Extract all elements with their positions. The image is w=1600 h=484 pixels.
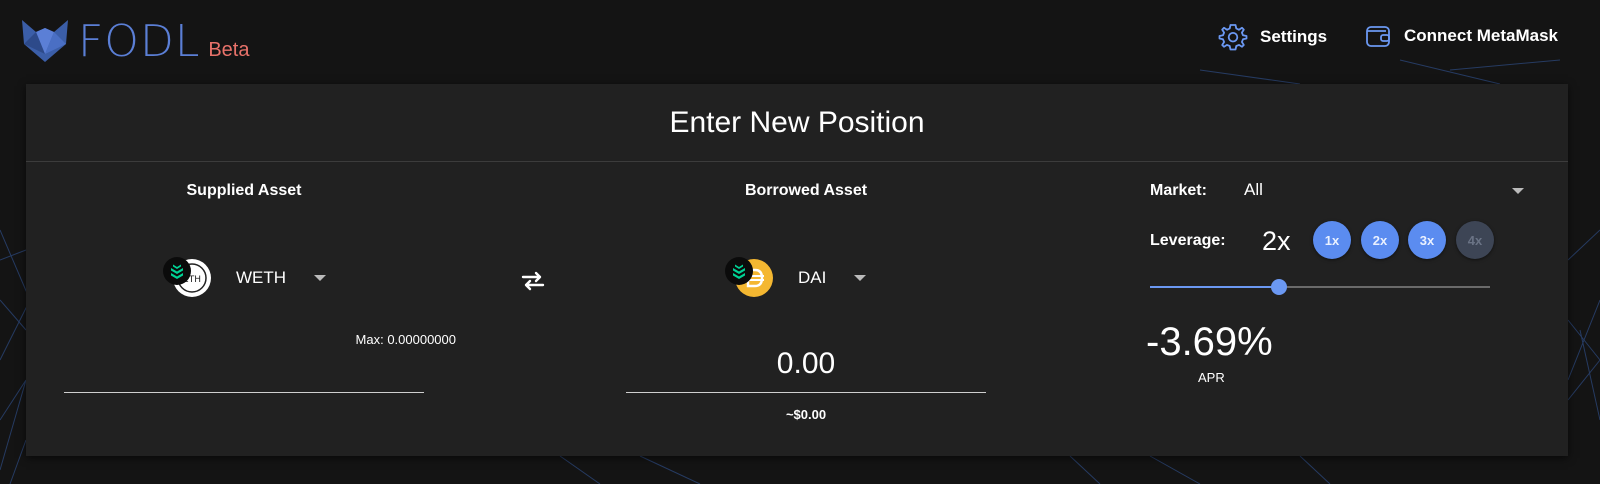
swap-arrows-icon[interactable] [520, 268, 546, 294]
fox-logo-icon [22, 20, 68, 62]
wallet-icon [1366, 26, 1390, 47]
market-select[interactable]: All [1244, 180, 1524, 204]
connect-metamask-label: Connect MetaMask [1404, 26, 1558, 45]
chevron-down-icon [854, 275, 867, 281]
borrowed-amount-input[interactable] [626, 342, 986, 386]
leverage-slider-fill [1150, 286, 1280, 288]
borrowed-token-icons [724, 256, 776, 300]
chevron-down-icon [1512, 188, 1524, 194]
card-divider [26, 161, 1568, 162]
max-balance-text[interactable]: Max: 0.00000000 [326, 332, 456, 347]
leverage-value: 2x [1262, 226, 1291, 256]
supplied-amount-underline [64, 392, 424, 393]
leverage-4x-button: 4x [1456, 221, 1494, 259]
supplied-asset-name: WETH [236, 268, 287, 287]
settings-label: Settings [1260, 27, 1328, 46]
supplied-amount-input[interactable] [64, 350, 424, 386]
leverage-slider-thumb[interactable] [1271, 279, 1288, 295]
chevron-down-icon [314, 275, 327, 281]
borrowed-asset-select[interactable]: DAI [724, 256, 867, 300]
borrowed-amount-underline [626, 392, 986, 393]
supplied-asset-select[interactable]: ETH WETH [162, 256, 327, 300]
market-selected-value: All [1244, 180, 1263, 199]
leverage-slider[interactable] [1150, 279, 1490, 295]
usd-value-text: ~$0.00 [785, 407, 827, 422]
apr-label: APR [1198, 370, 1225, 385]
market-label: Market: [1150, 182, 1207, 199]
borrowed-asset-title: Borrowed Asset [744, 182, 868, 199]
compound-icon [725, 257, 753, 285]
app-logo[interactable]: FODL Beta [20, 14, 250, 64]
leverage-1x-button[interactable]: 1x [1313, 221, 1351, 259]
supplied-asset-title: Supplied Asset [186, 182, 302, 199]
compound-icon [163, 257, 191, 285]
leverage-3x-button[interactable]: 3x [1408, 221, 1446, 259]
supplied-token-icons: ETH [162, 256, 214, 300]
beta-badge: Beta [208, 39, 250, 61]
settings-button[interactable]: Settings [1218, 22, 1327, 52]
card-title: Enter New Position [669, 106, 925, 139]
enter-position-card: Enter New Position Supplied Asset ETH WE… [26, 84, 1568, 456]
app-name: FODL [78, 16, 201, 67]
leverage-2x-button[interactable]: 2x [1361, 221, 1399, 259]
borrowed-asset-name: DAI [798, 268, 827, 287]
gear-icon [1218, 24, 1248, 51]
leverage-label: Leverage: [1150, 232, 1226, 249]
connect-metamask-button[interactable]: Connect MetaMask [1364, 22, 1558, 50]
apr-value: -3.69% [1146, 320, 1273, 364]
